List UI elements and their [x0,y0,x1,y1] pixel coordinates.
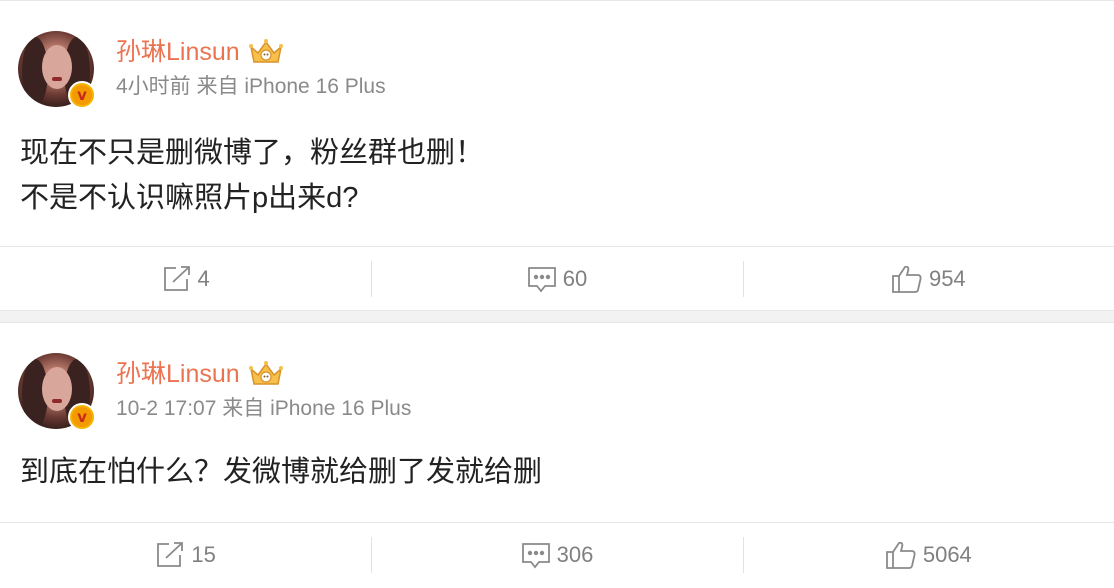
v-badge-icon: v [68,81,96,109]
name-row: 孙琳Linsun [116,356,284,392]
post-card: v 孙琳Linsun 4小时前 来自 iPhone 16 Plus 现在不只是删… [0,0,1114,311]
post-header: v 孙琳Linsun 10-2 17:07 来自 iPhone 16 Plus [18,353,718,433]
username-link[interactable]: 孙琳Linsun [116,358,240,390]
comment-button[interactable]: 60 [371,247,742,310]
post-card: v 孙琳Linsun 10-2 17:07 来自 iPhone 16 Plus … [0,322,1114,588]
username-link[interactable]: 孙琳Linsun [116,36,240,68]
repost-icon [163,265,190,291]
name-row: 孙琳Linsun [116,34,284,70]
post-meta: 10-2 17:07 来自 iPhone 16 Plus [116,397,412,420]
comment-button[interactable]: 306 [371,523,742,586]
like-button[interactable]: 5064 [742,523,1114,586]
action-bar: 4 60 954 [0,246,1114,310]
crown-icon[interactable] [248,360,284,388]
post-text-line: 不是不认识嘛照片p出来d? [20,182,359,214]
avatar[interactable]: v [18,31,96,109]
repost-count: 4 [197,265,210,291]
comment-icon [521,542,550,568]
comment-icon [527,266,556,292]
avatar[interactable]: v [18,353,96,431]
thumbs-up-icon [885,541,916,569]
repost-button[interactable]: 4 [0,247,371,310]
post-text: 现在不只是删微博了，粉丝群也删！ 不是不认识嘛照片p出来d? [20,131,484,221]
like-button[interactable]: 954 [742,247,1114,310]
action-bar: 15 306 5064 [0,522,1114,586]
v-badge-icon: v [68,403,96,431]
post-text-line: 到底在怕什么？发微博就给删了发就给删 [20,456,543,488]
repost-button[interactable]: 15 [0,523,371,586]
like-count: 5064 [922,541,972,567]
crown-icon[interactable] [248,38,284,66]
like-count: 954 [928,265,966,291]
repost-icon [157,541,184,567]
comment-count: 306 [556,541,594,567]
post-header: v 孙琳Linsun 4小时前 来自 iPhone 16 Plus [18,31,718,111]
post-meta: 4小时前 来自 iPhone 16 Plus [116,75,386,98]
post-text: 到底在怕什么？发微博就给删了发就给删 [20,450,542,495]
weibo-feed: v 孙琳Linsun 4小时前 来自 iPhone 16 Plus 现在不只是删… [0,0,1114,588]
comment-count: 60 [562,265,588,291]
thumbs-up-icon [892,265,922,293]
post-text-line: 现在不只是删微博了，粉丝群也删！ [20,137,485,169]
repost-count: 15 [191,541,216,567]
